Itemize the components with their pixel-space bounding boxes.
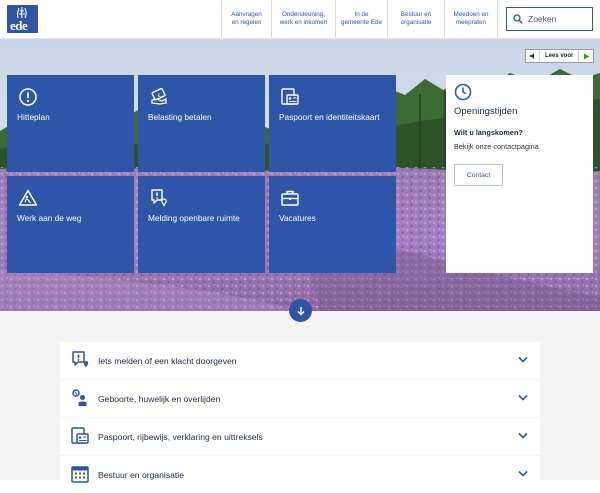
chevron-down-icon — [518, 432, 528, 439]
tile-vacatures[interactable]: Vacatures — [269, 176, 396, 273]
arrow-down-icon — [297, 306, 304, 315]
read-aloud-label: Lees voor — [545, 53, 574, 59]
tile-paspoort[interactable]: Paspoort en identiteitskaart — [269, 75, 396, 172]
visit-question: Wilt u langskomen? — [454, 128, 523, 137]
nav-gemeente-ede[interactable]: In de gemeente Ede — [335, 0, 387, 38]
nav-ondersteuning[interactable]: Ondersteuning, werk en inkomen — [271, 0, 335, 38]
logo-text: ede — [10, 18, 28, 33]
nav-label: Meedoen en meepraten — [453, 11, 489, 26]
exclamation-circle-icon — [19, 88, 37, 106]
nav-label: Bestuur en organisatie — [400, 11, 432, 26]
nav-meedoen[interactable]: Meedoen en meepraten — [444, 0, 498, 38]
nav-label: Ondersteuning, werk en inkomen — [279, 11, 328, 26]
opening-hours-title: Openingstijden — [454, 106, 518, 117]
documents-icon — [71, 427, 89, 444]
briefcase-icon — [281, 190, 299, 206]
chevron-down-icon — [518, 356, 528, 363]
search-box[interactable] — [506, 7, 593, 31]
tile-belasting[interactable]: € Belasting betalen — [138, 75, 265, 172]
tax-payment-icon: € — [151, 87, 167, 105]
read-aloud-button[interactable]: Lees voor — [525, 49, 595, 63]
passport-icon — [281, 88, 299, 105]
contact-button[interactable]: Contact — [454, 164, 503, 186]
tile-label: Paspoort en identiteitskaart — [279, 112, 380, 122]
tile-label: Werk aan de weg — [17, 213, 82, 223]
report-location-icon — [151, 189, 167, 207]
tile-label: Hitteplan — [17, 112, 50, 122]
site-header: ede Aanvragen en regelen Ondersteuning, … — [0, 0, 600, 39]
tile-label: Melding openbare ruimte — [148, 213, 240, 223]
chevron-down-icon — [518, 470, 528, 477]
accordion-item-bestuur[interactable]: Bestuur en organisatie — [60, 456, 540, 493]
road-work-icon — [18, 189, 38, 206]
tile-melding-openbare-ruimte[interactable]: Melding openbare ruimte — [138, 176, 265, 273]
play-icon — [578, 50, 593, 62]
speaker-icon — [526, 50, 540, 62]
scroll-down-button[interactable] — [289, 299, 312, 322]
calendar-icon — [71, 466, 89, 483]
nav-label: In de gemeente Ede — [341, 11, 382, 26]
search-icon — [513, 14, 523, 24]
search-input[interactable] — [528, 14, 588, 24]
accordion-label: Bestuur en organisatie — [98, 469, 184, 480]
accordion-label: Iets melden of een klacht doorgeven — [98, 355, 237, 366]
nav-aanvragen[interactable]: Aanvragen en regelen — [221, 0, 271, 38]
chevron-down-icon — [518, 394, 528, 401]
accordion-item-melden[interactable]: Iets melden of een klacht doorgeven — [60, 342, 540, 379]
ede-logo[interactable]: ede — [7, 5, 38, 33]
tile-hitteplan[interactable]: Hitteplan — [7, 75, 134, 172]
opening-hours-card: Openingstijden Wilt u langskomen? Bekijk… — [446, 75, 593, 273]
tile-werk-aan-de-weg[interactable]: Werk aan de weg — [7, 176, 134, 273]
main-content: Iets melden of een klacht doorgeven Gebo… — [0, 311, 600, 493]
main-nav: Aanvragen en regelen Ondersteuning, werk… — [221, 0, 498, 38]
report-icon — [72, 351, 89, 368]
accordion-item-paspoort[interactable]: Paspoort, rijbewijs, verklaring en uittr… — [60, 418, 540, 455]
nav-label: Aanvragen en regelen — [231, 11, 262, 26]
nav-bestuur[interactable]: Bestuur en organisatie — [387, 0, 444, 38]
accordion-label: Geboorte, huwelijk en overlijden — [98, 393, 221, 404]
accordion-item-geboorte[interactable]: Geboorte, huwelijk en overlijden — [60, 380, 540, 417]
contact-page-text: Bekijk onze contactpagina — [454, 142, 539, 151]
clock-icon — [454, 83, 472, 101]
life-events-icon — [72, 389, 87, 406]
accordion-label: Paspoort, rijbewijs, verklaring en uittr… — [98, 431, 263, 442]
tile-label: Vacatures — [279, 213, 316, 223]
tile-label: Belasting betalen — [148, 112, 212, 122]
